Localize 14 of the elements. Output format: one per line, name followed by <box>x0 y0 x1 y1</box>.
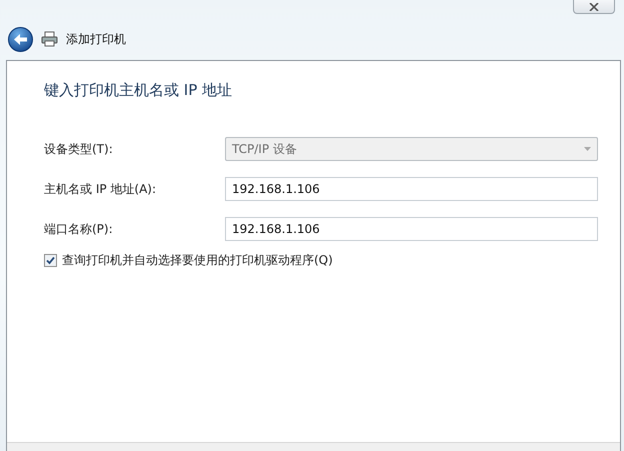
input-field[interactable]: 192.168.1.106 <box>225 217 598 241</box>
field-label: 主机名或 IP 地址(A): <box>44 180 158 198</box>
back-button[interactable] <box>8 26 33 52</box>
printer-icon <box>41 31 58 47</box>
field-label: 端口名称(P): <box>44 220 114 238</box>
dropdown-arrow-icon <box>584 147 591 151</box>
page-heading: 键入打印机主机名或 IP 地址 <box>44 81 234 100</box>
field-label: 设备类型(T): <box>44 140 114 158</box>
close-button[interactable] <box>573 0 615 14</box>
window-title: 添加打印机 <box>66 30 126 48</box>
checkbox[interactable] <box>44 254 57 267</box>
input-field[interactable]: 192.168.1.106 <box>225 177 598 201</box>
checkbox-label: 查询打印机并自动选择要使用的打印机驱动程序(Q) <box>62 252 333 269</box>
close-icon <box>589 2 599 10</box>
